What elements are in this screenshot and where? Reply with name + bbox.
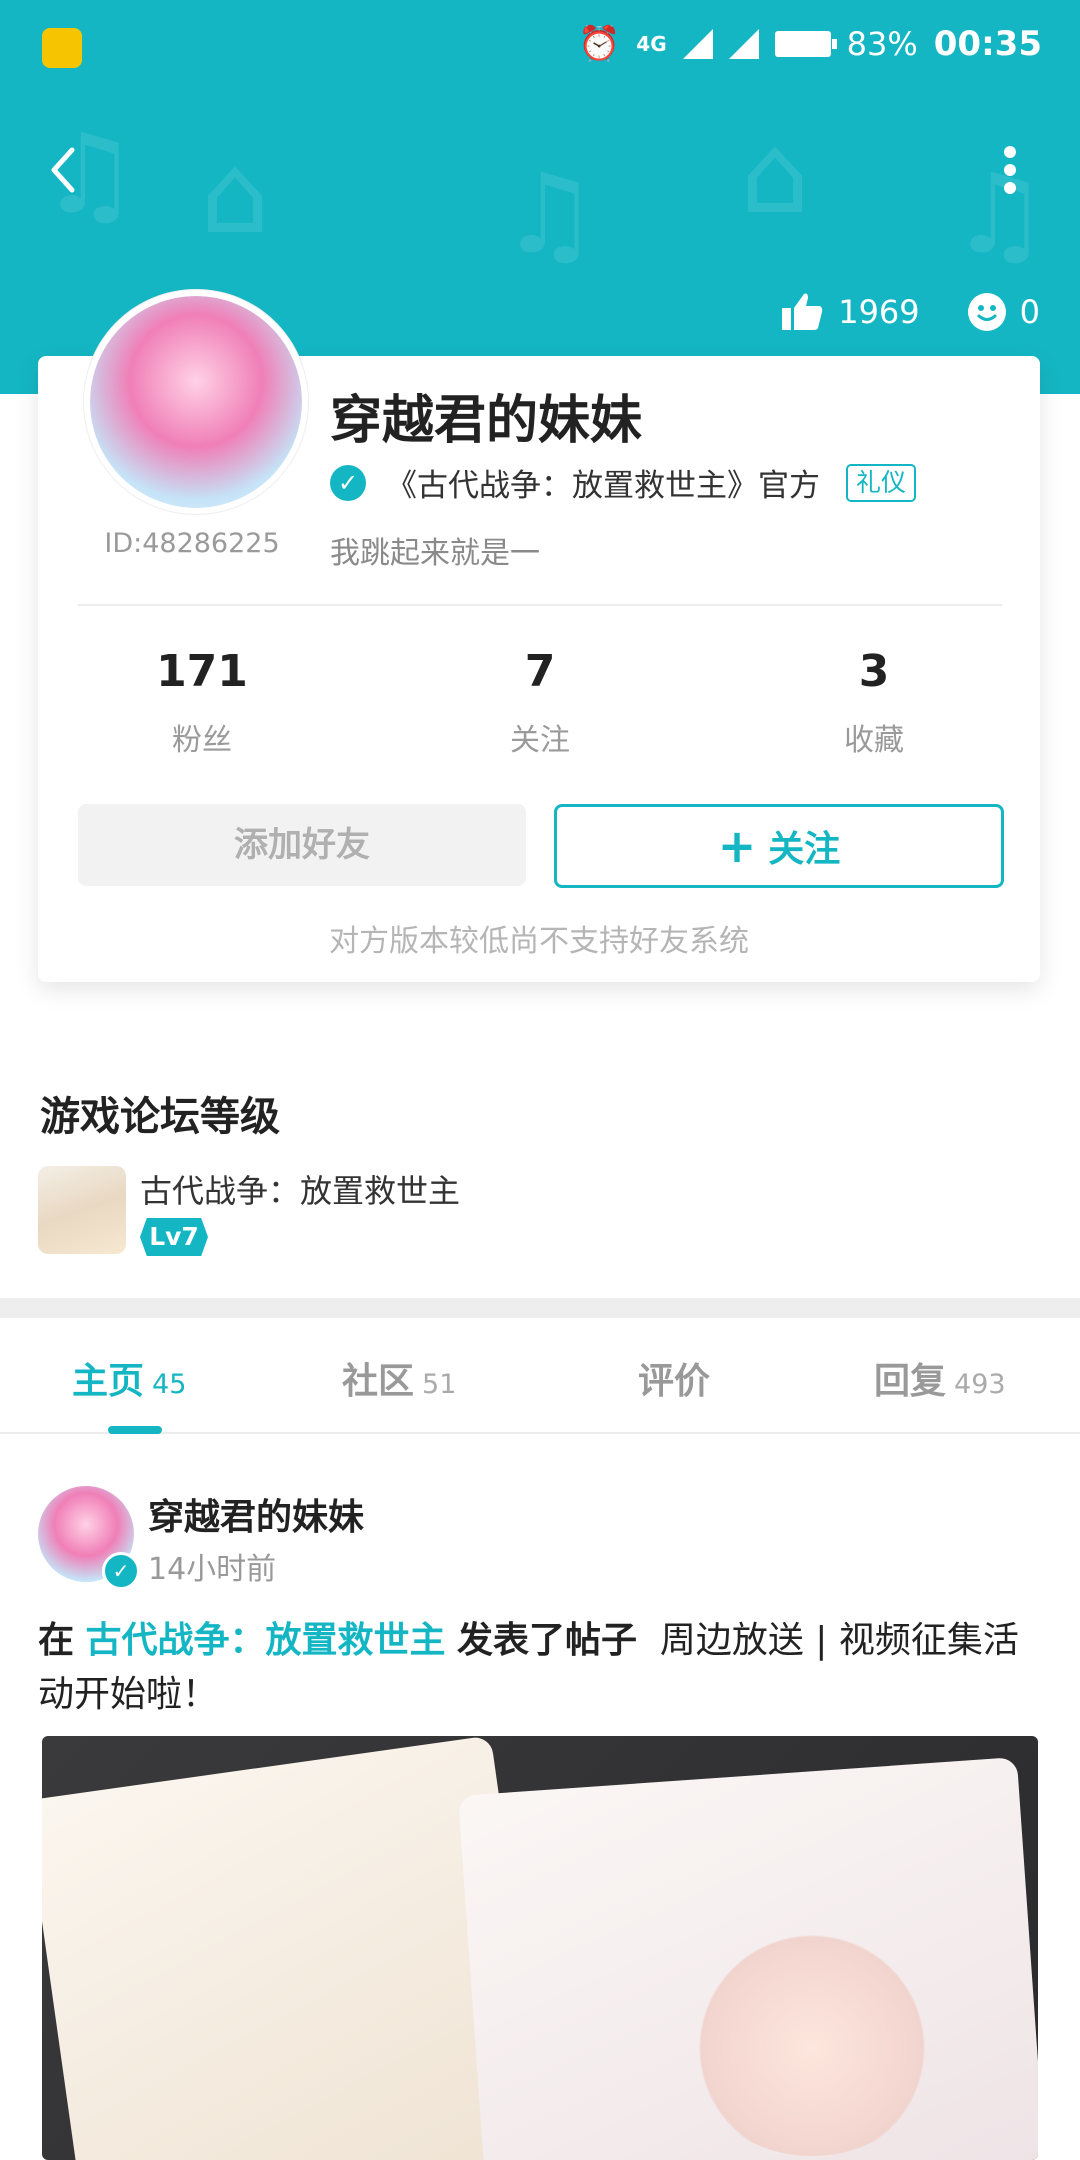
- post-time: 14小时前: [148, 1552, 277, 1587]
- section-separator: [0, 1298, 1080, 1318]
- gamepad-decoration-icon: ⌂: [740, 110, 810, 238]
- user-tag[interactable]: 礼仪: [846, 463, 917, 502]
- stat-label: 关注: [510, 723, 570, 758]
- more-dots-icon: [1004, 182, 1016, 194]
- smile-count: 0: [1019, 293, 1040, 331]
- stat-favorites[interactable]: 3 收藏: [764, 646, 984, 759]
- stat-label: 收藏: [844, 723, 904, 758]
- status-indicators: ⏰ 4G 83% 00:35: [578, 24, 1042, 64]
- friend-system-hint: 对方版本较低尚不支持好友系统: [329, 924, 749, 959]
- tab-count: 51: [422, 1369, 457, 1400]
- back-arrow-icon: [51, 147, 75, 193]
- add-friend-button[interactable]: 添加好友: [78, 804, 526, 886]
- avatar-image: [90, 296, 302, 508]
- user-signature: 我跳起来就是一: [330, 536, 540, 571]
- tab-community[interactable]: 社区 51: [342, 1352, 456, 1404]
- music-app-notification-icon: [42, 28, 82, 68]
- tab-label: 评价: [638, 1361, 711, 1402]
- stat-following[interactable]: 7 关注: [430, 646, 650, 759]
- signal-icon: [728, 29, 759, 59]
- follow-button-label: 关注: [768, 829, 841, 870]
- stat-value: 3: [858, 646, 890, 697]
- level-badge: Lv7: [140, 1218, 208, 1256]
- verification-row: ✓ 《古代战争：放置救世主》官方 礼仪: [330, 460, 917, 505]
- music-note-decoration-icon: ♫: [500, 150, 599, 278]
- battery-icon: [774, 31, 837, 57]
- tab-reviews[interactable]: 评价: [638, 1352, 710, 1404]
- user-name: 穿越君的妹妹: [330, 391, 643, 451]
- post-text[interactable]: 在 古代战争：放置救世主 发表了帖子 周边放送 | 视频征集活动开始啦！: [38, 1614, 1044, 1722]
- verified-check-icon: ✓: [102, 1552, 140, 1590]
- game-icon[interactable]: [38, 1166, 126, 1254]
- tab-count: 45: [152, 1369, 187, 1400]
- tab-label: 回复: [874, 1361, 947, 1402]
- status-bar: ⏰ 4G 83% 00:35: [0, 0, 1080, 96]
- follow-button[interactable]: + 关注: [554, 804, 1004, 888]
- verification-text: 《古代战争：放置救世主》官方: [386, 468, 820, 504]
- tab-bar-divider: [0, 1432, 1080, 1434]
- clock: 00:35: [933, 24, 1042, 64]
- tab-label: 主页: [72, 1361, 145, 1402]
- network-type-label: 4G: [636, 32, 667, 56]
- alarm-icon: ⏰: [577, 24, 621, 64]
- battery-percent: 83%: [846, 25, 918, 63]
- post-game-link[interactable]: 古代战争：放置救世主: [85, 1620, 445, 1661]
- tab-replies[interactable]: 回复 493: [874, 1352, 1006, 1404]
- verified-check-icon: ✓: [330, 464, 366, 501]
- avatar[interactable]: [84, 290, 308, 514]
- user-id: ID:48286225: [104, 528, 280, 559]
- back-button[interactable]: [36, 140, 96, 200]
- divider: [78, 604, 1002, 606]
- stat-value: 171: [156, 646, 248, 697]
- forum-level-title: 游戏论坛等级: [40, 1094, 280, 1140]
- like-count: 1969: [838, 293, 920, 331]
- header-reactions: 1969 0: [780, 292, 1040, 332]
- gamepad-decoration-icon: ⌂: [200, 130, 270, 258]
- smiley-icon[interactable]: [967, 293, 1006, 331]
- thumbs-up-icon[interactable]: [780, 292, 824, 332]
- tab-label: 社区: [342, 1361, 415, 1402]
- tab-count: 493: [954, 1369, 1006, 1400]
- active-tab-indicator: [108, 1426, 162, 1434]
- signal-icon: [682, 29, 713, 59]
- more-dots-icon: [1004, 146, 1016, 158]
- stat-label: 粉丝: [172, 723, 232, 758]
- post-action: 发表了帖子: [456, 1620, 637, 1661]
- post-image[interactable]: [42, 1736, 1038, 2160]
- stat-value: 7: [524, 646, 556, 697]
- tab-home[interactable]: 主页 45: [72, 1352, 186, 1404]
- more-options-button[interactable]: [990, 140, 1030, 200]
- more-dots-icon: [1004, 164, 1016, 176]
- character-face-image-part: [682, 1916, 942, 2156]
- post-prefix: 在: [38, 1620, 75, 1661]
- stat-fans[interactable]: 171 粉丝: [92, 646, 312, 759]
- plus-icon: +: [717, 819, 757, 873]
- game-name[interactable]: 古代战争：放置救世主: [140, 1166, 460, 1212]
- post-author-name[interactable]: 穿越君的妹妹: [148, 1488, 364, 1540]
